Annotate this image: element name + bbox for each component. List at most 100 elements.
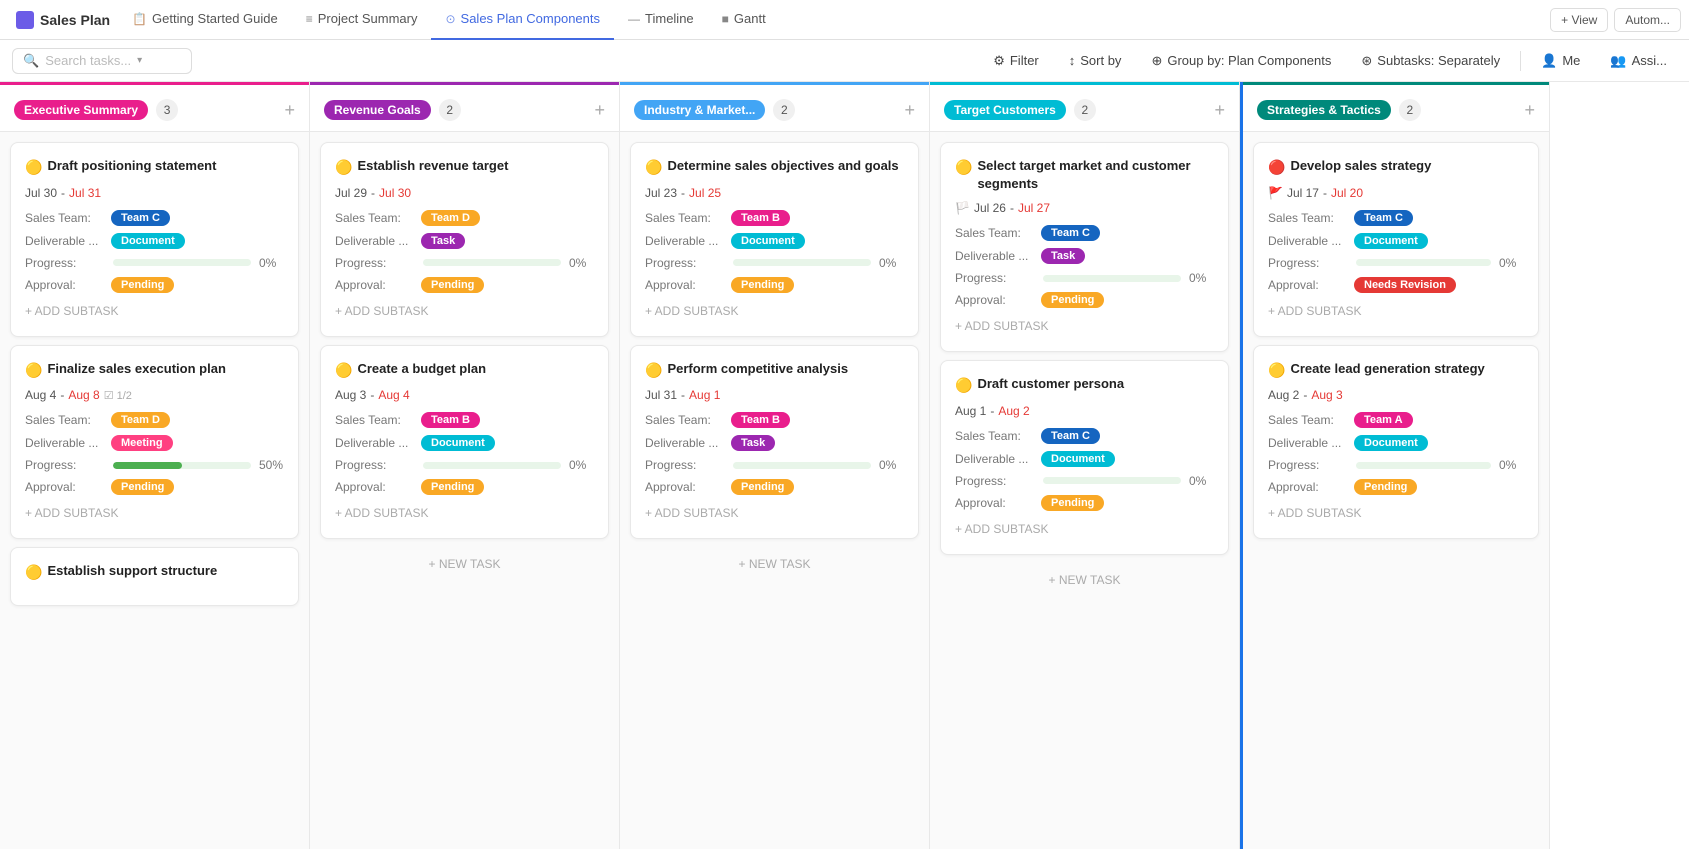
add-subtask-btn[interactable]: + ADD SUBTASK [335,300,594,322]
deliverable-tag[interactable]: Document [1354,233,1428,249]
add-subtask-btn[interactable]: + ADD SUBTASK [335,502,594,524]
approval-tag[interactable]: Pending [111,479,174,495]
card-approval-row: Approval: Pending [955,292,1214,308]
team-tag[interactable]: Team C [1041,225,1100,241]
add-subtask-btn[interactable]: + ADD SUBTASK [955,518,1214,540]
approval-tag[interactable]: Pending [1041,495,1104,511]
team-tag[interactable]: Team D [111,412,170,428]
approval-tag[interactable]: Pending [421,479,484,495]
card-establish-support-structure: 🟡 Establish support structure [10,547,299,606]
column-badge-executive-summary: Executive Summary [14,100,148,120]
team-tag[interactable]: Team C [111,210,170,226]
team-tag[interactable]: Team B [731,412,790,428]
team-tag[interactable]: Team D [421,210,480,226]
deliverable-tag[interactable]: Task [421,233,465,249]
deliverable-tag[interactable]: Document [731,233,805,249]
add-subtask-btn[interactable]: + ADD SUBTASK [1268,300,1524,322]
sales-team-label: Sales Team: [955,226,1035,240]
deliverable-tag[interactable]: Document [1354,435,1428,451]
approval-tag[interactable]: Pending [421,277,484,293]
team-tag[interactable]: Team A [1354,412,1413,428]
card-progress-row: Progress: 0% [955,271,1214,285]
progress-label: Progress: [955,474,1035,488]
team-tag[interactable]: Team C [1041,428,1100,444]
deliverable-tag[interactable]: Document [111,233,185,249]
add-subtask-btn[interactable]: + ADD SUBTASK [645,502,904,524]
tab-timeline[interactable]: — Timeline [614,0,708,40]
sales-team-label: Sales Team: [1268,413,1348,427]
new-task-btn-target[interactable]: + NEW TASK [940,563,1229,597]
team-tag[interactable]: Team B [731,210,790,226]
deliverable-label: Deliverable ... [955,249,1035,263]
column-add-strategies-tactics[interactable]: + [1524,100,1535,121]
card-approval-row: Approval: Needs Revision [1268,277,1524,293]
column-industry-market: Industry & Market... 2 + 🟡 Determine sal… [620,82,930,849]
deliverable-tag[interactable]: Task [731,435,775,451]
search-input[interactable]: 🔍 Search tasks... ▾ [12,48,192,74]
card-perform-competitive-analysis: 🟡 Perform competitive analysis Jul 31 - … [630,345,919,540]
deliverable-tag[interactable]: Document [421,435,495,451]
card-deliverable-row: Deliverable ... Document [1268,435,1524,451]
assign-button[interactable]: 👥 Assi... [1600,49,1677,73]
deliverable-tag[interactable]: Task [1041,248,1085,264]
column-add-industry-market[interactable]: + [904,100,915,121]
column-add-revenue-goals[interactable]: + [594,100,605,121]
gantt-icon: ■ [722,12,729,26]
deliverable-tag[interactable]: Meeting [111,435,173,451]
column-add-executive-summary[interactable]: + [284,100,295,121]
me-button[interactable]: 👤 Me [1531,49,1590,73]
sort-by-button[interactable]: ↕ Sort by [1059,49,1132,72]
tab-project-summary[interactable]: ≡ Project Summary [292,0,432,40]
column-count-industry-market: 2 [773,99,795,121]
add-subtask-btn[interactable]: + ADD SUBTASK [1268,502,1524,524]
card-sales-team-row: Sales Team: Team B [645,210,904,226]
tab-gantt[interactable]: ■ Gantt [708,0,780,40]
add-subtask-btn[interactable]: + ADD SUBTASK [25,300,284,322]
sales-team-label: Sales Team: [25,211,105,225]
card-title: 🟡 Establish revenue target [335,157,594,178]
progress-bar-wrap [1356,462,1491,469]
tab-sales-plan-components[interactable]: ⊙ Sales Plan Components [431,0,614,40]
autom-button[interactable]: Autom... [1614,8,1681,32]
getting-started-icon: 📋 [132,12,147,26]
progress-label: Progress: [1268,256,1348,270]
new-task-btn-revenue[interactable]: + NEW TASK [320,547,609,581]
team-tag[interactable]: Team C [1354,210,1413,226]
card-date: Aug 1 - Aug 2 [955,404,1214,418]
add-subtask-btn[interactable]: + ADD SUBTASK [955,315,1214,337]
card-approval-row: Approval: Pending [645,479,904,495]
team-tag[interactable]: Team B [421,412,480,428]
new-task-btn-industry[interactable]: + NEW TASK [630,547,919,581]
add-subtask-btn[interactable]: + ADD SUBTASK [25,502,284,524]
subtasks-icon: ⊛ [1361,53,1372,69]
tab-getting-started[interactable]: 📋 Getting Started Guide [118,0,292,40]
approval-tag[interactable]: Pending [731,479,794,495]
add-view-button[interactable]: + View [1550,8,1608,32]
approval-tag[interactable]: Pending [1354,479,1417,495]
card-title: 🟡 Determine sales objectives and goals [645,157,904,178]
group-by-button[interactable]: ⊕ Group by: Plan Components [1141,49,1341,73]
card-progress-row: Progress: 0% [25,256,284,270]
project-summary-icon: ≡ [306,12,313,26]
approval-tag[interactable]: Pending [111,277,174,293]
sales-team-label: Sales Team: [335,413,415,427]
deliverable-tag[interactable]: Document [1041,451,1115,467]
column-add-target-customers[interactable]: + [1214,100,1225,121]
card-date: 🏳️ Jul 26 - Jul 27 [955,201,1214,215]
toolbar-separator [1520,51,1521,71]
progress-pct: 0% [879,458,904,472]
deliverable-label: Deliverable ... [1268,436,1348,450]
subtasks-button[interactable]: ⊛ Subtasks: Separately [1351,49,1510,73]
add-subtask-btn[interactable]: + ADD SUBTASK [645,300,904,322]
card-progress-row: Progress: 0% [1268,458,1524,472]
deliverable-label: Deliverable ... [25,234,105,248]
card-title: 🟡 Perform competitive analysis [645,360,904,381]
card-date: Jul 31 - Aug 1 [645,388,904,402]
approval-tag[interactable]: Pending [1041,292,1104,308]
approval-tag[interactable]: Needs Revision [1354,277,1456,293]
filter-button[interactable]: ⚙ Filter [983,49,1049,73]
approval-tag[interactable]: Pending [731,277,794,293]
search-chevron-icon[interactable]: ▾ [137,55,142,66]
column-body-strategies-tactics: 🔴 Develop sales strategy 🚩 Jul 17 - Jul … [1243,132,1549,849]
progress-bar-wrap [1356,259,1491,266]
